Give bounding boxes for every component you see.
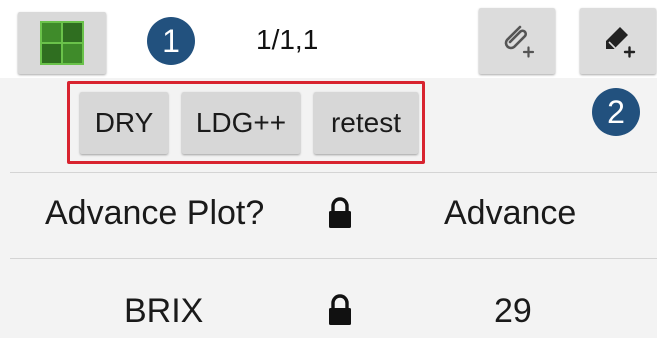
toolbar: 1 1/1,1 (0, 0, 657, 78)
add-attachment-button[interactable] (479, 8, 555, 74)
page-counter: 1/1,1 (256, 24, 319, 55)
paperclip-plus-icon (504, 25, 535, 58)
retest-button[interactable]: retest (314, 92, 418, 154)
row-divider (10, 172, 657, 173)
ldg-plus-button[interactable]: LDG++ (182, 92, 300, 154)
field-label-advance-plot: Advance Plot? (45, 194, 265, 232)
grid-button[interactable] (18, 12, 106, 74)
step-badge-2: 2 (592, 88, 640, 136)
pencil-plus-icon (606, 27, 636, 58)
add-note-button[interactable] (580, 8, 656, 74)
lock-icon (329, 294, 351, 325)
app-frame: 1 1/1,1 DRY LDG++ retest 2 Advance Plot?… (0, 0, 657, 338)
field-value-advance[interactable]: Advance (444, 194, 576, 233)
row-divider (10, 258, 657, 259)
grid-icon (40, 21, 84, 65)
field-value-brix[interactable]: 29 (494, 292, 532, 331)
field-label-brix: BRIX (124, 292, 204, 330)
step-badge-1: 1 (147, 17, 195, 65)
lock-icon (329, 197, 351, 228)
dry-button[interactable]: DRY (80, 92, 168, 154)
